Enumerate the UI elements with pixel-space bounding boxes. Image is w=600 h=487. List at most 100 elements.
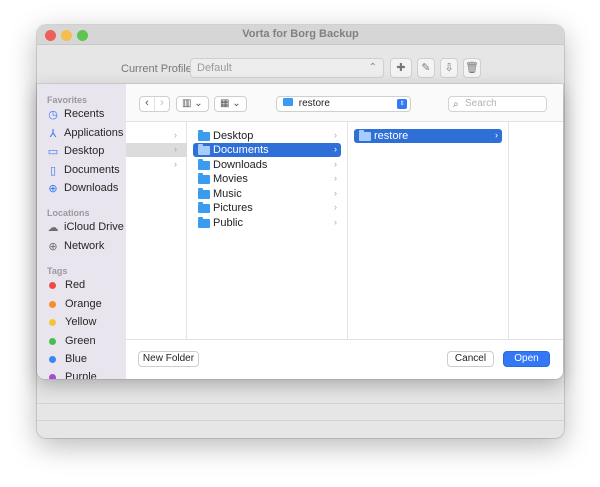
column-4 [509, 122, 563, 339]
chevron-right-icon: › [174, 144, 177, 154]
sidebar-item-tag-yellow[interactable]: Yellow [37, 313, 126, 331]
updown-chevron-icon: ⇕ [397, 99, 407, 109]
plus-icon: ✚ [396, 62, 406, 74]
sidebar-item-documents[interactable]: ▯ Documents [37, 161, 126, 179]
locations-header: Locations [47, 208, 90, 218]
folder-icon [198, 187, 210, 199]
desktop-icon: ▭ [47, 145, 59, 158]
folder-label: Music [213, 188, 242, 200]
tag-dot-icon [49, 355, 56, 363]
search-icon: ⌕ [453, 99, 459, 110]
folder-label: Movies [213, 173, 248, 185]
folder-item-public[interactable]: Public › [193, 216, 341, 230]
sidebar-item-desktop[interactable]: ▭ Desktop [37, 142, 126, 160]
folder-item-restore[interactable]: restore › [354, 129, 502, 143]
edit-icon: ✎ [421, 62, 431, 74]
dialog-footer: New Folder Cancel Open [126, 339, 563, 379]
folder-icon [198, 172, 210, 184]
sidebar-item-tag-red[interactable]: Red [37, 276, 126, 294]
folder-item-downloads[interactable]: Downloads › [193, 158, 341, 172]
grid-view-button[interactable]: ▦ ⌄ [214, 96, 247, 112]
folder-label: restore [374, 130, 409, 142]
sidebar-item-downloads[interactable]: ⊕ Downloads [37, 179, 126, 197]
sidebar-item-network[interactable]: ⊕ Network [37, 237, 126, 255]
folder-icon [198, 201, 210, 213]
chevron-right-icon: › [334, 188, 337, 198]
folder-label: Documents [213, 144, 269, 156]
trash-icon: 🗑 [465, 62, 479, 74]
sidebar-item-icloud-drive[interactable]: ☁ iCloud Drive [37, 218, 126, 236]
chevron-right-icon: › [334, 144, 337, 154]
favorites-header: Favorites [47, 95, 88, 105]
forward-button[interactable]: › [154, 97, 169, 111]
sidebar-item-label: Documents [64, 164, 120, 176]
sidebar-item-label: Orange [65, 298, 102, 310]
profile-value: Default [197, 62, 232, 74]
list-item[interactable]: › [126, 143, 187, 157]
list-item[interactable]: › [126, 158, 187, 172]
search-placeholder: Search [465, 98, 497, 109]
column-1: › › › [126, 122, 187, 339]
list-item[interactable]: › [126, 129, 187, 143]
back-button[interactable]: ‹ [140, 97, 154, 111]
sidebar-item-label: iCloud Drive [64, 221, 124, 233]
folder-item-desktop[interactable]: Desktop › [193, 129, 341, 143]
tag-dot-icon [49, 300, 56, 308]
folder-item-music[interactable]: Music › [193, 187, 341, 201]
divider [37, 420, 564, 421]
sidebar-item-label: Yellow [65, 316, 97, 328]
sidebar-item-label: Downloads [64, 182, 119, 194]
tag-dot-icon [49, 318, 56, 326]
folder-icon [198, 216, 210, 228]
sidebar-item-tag-blue[interactable]: Blue [37, 350, 126, 368]
folder-item-pictures[interactable]: Pictures › [193, 201, 341, 215]
folder-icon [198, 158, 210, 170]
folder-label: Public [213, 217, 243, 229]
navigation-buttons: ‹ › [139, 96, 170, 112]
updown-chevron-icon: ⌃ [368, 62, 377, 73]
sidebar-item-label: Red [65, 279, 86, 291]
tag-dot-icon [49, 337, 56, 345]
search-input[interactable]: ⌕ Search [448, 96, 547, 112]
chevron-right-icon: › [334, 173, 337, 183]
chevron-right-icon: › [334, 130, 337, 140]
column-view-button[interactable]: ▥ ⌄ [176, 96, 209, 112]
sidebar-item-label: Blue [65, 353, 88, 365]
column-browser: › › › Desktop › Documents › Downloads › … [126, 122, 563, 339]
tag-dot-icon [49, 373, 56, 379]
sidebar-item-tag-green[interactable]: Green [37, 332, 126, 350]
chevron-right-icon: › [334, 202, 337, 212]
tag-dot-icon [49, 281, 56, 289]
folder-item-movies[interactable]: Movies › [193, 172, 341, 186]
folder-icon [359, 129, 371, 141]
profile-label: Current Profile: [121, 63, 195, 75]
sidebar-item-applications[interactable]: ⅄ Applications [37, 124, 126, 142]
profile-select[interactable]: Default ⌃ [190, 58, 384, 78]
chevron-right-icon: › [174, 159, 177, 169]
folder-label: Downloads [213, 159, 268, 171]
sidebar-item-tag-purple[interactable]: Purple [37, 368, 126, 379]
chevron-right-icon: › [334, 217, 337, 227]
path-popup[interactable]: restore ⇕ [276, 96, 411, 112]
file-open-dialog: Favorites ◷ Recents ⅄ Applications ▭ Des… [37, 84, 563, 379]
sidebar: Favorites ◷ Recents ⅄ Applications ▭ Des… [37, 84, 126, 379]
folder-item-documents[interactable]: Documents › [193, 143, 341, 157]
divider [37, 403, 564, 404]
sidebar-item-tag-orange[interactable]: Orange [37, 295, 126, 313]
new-folder-button[interactable]: New Folder [138, 351, 199, 367]
sidebar-item-label: Purple [65, 371, 97, 379]
add-profile-button[interactable]: ✚ [390, 58, 412, 78]
dialog-toolbar: ‹ › ▥ ⌄ ▦ ⌄ restore ⇕ ⌕ Search [126, 84, 563, 122]
cancel-button[interactable]: Cancel [447, 351, 494, 367]
sidebar-item-recents[interactable]: ◷ Recents [37, 105, 126, 123]
globe-icon: ⊕ [48, 240, 58, 253]
clock-icon: ◷ [48, 108, 58, 121]
sidebar-item-label: Applications [64, 127, 124, 139]
delete-profile-button[interactable]: 🗑 [463, 58, 481, 78]
parent-titlebar: Vorta for Borg Backup [37, 25, 564, 45]
open-button[interactable]: Open [503, 351, 550, 367]
applications-icon: ⅄ [49, 127, 57, 140]
sidebar-item-label: Network [64, 240, 105, 252]
import-profile-button[interactable]: ⇩ [440, 58, 458, 78]
edit-profile-button[interactable]: ✎ [417, 58, 435, 78]
